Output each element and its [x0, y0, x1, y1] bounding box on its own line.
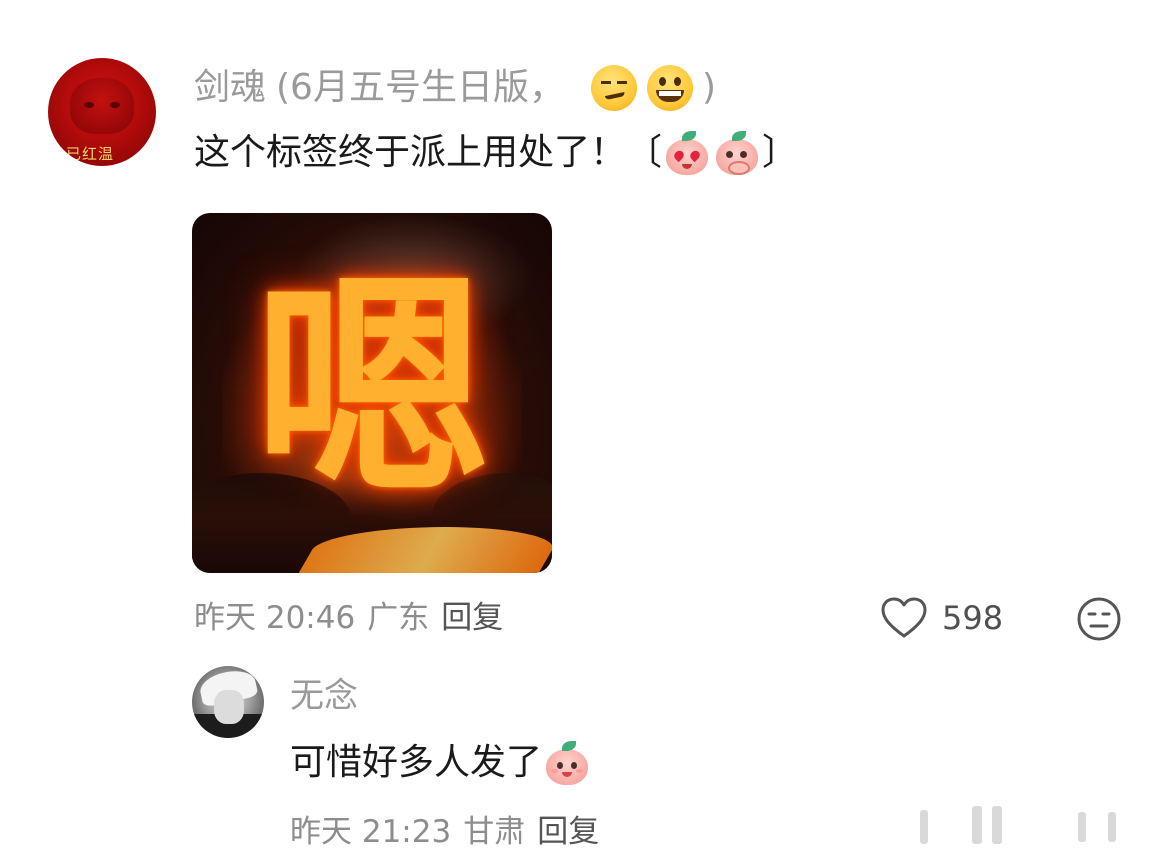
comment-meta: 昨天 20:46 广东 回复	[194, 592, 515, 636]
reply-meta: 昨天 21:23 甘肃 回复	[290, 806, 611, 850]
commenter-name-row[interactable]: 剑魂 (6月五号生日版， )	[194, 64, 716, 112]
reply-reply-button[interactable]: 回复	[537, 806, 599, 851]
peach-shy-icon	[714, 131, 760, 175]
avatar-art	[214, 690, 244, 724]
replier-avatar[interactable]	[192, 666, 264, 738]
avatar-art	[70, 78, 134, 134]
comment-body: 这个标签终于派上用处了！ 〔 〕	[194, 128, 798, 178]
comment-time: 昨天 20:46	[194, 599, 356, 636]
commenter-avatar[interactable]: 已红温	[48, 58, 156, 166]
like-button[interactable]: 598	[880, 594, 1003, 642]
comment-image[interactable]: 嗯	[192, 213, 552, 573]
comment-location: 广东	[367, 599, 430, 636]
reply-time: 昨天 21:23	[290, 813, 452, 850]
peach-smile-icon	[544, 741, 590, 785]
reply-body: 可惜好多人发了	[290, 738, 592, 788]
replier-name[interactable]: 无念	[290, 672, 358, 720]
avatar-caption: 已红温	[66, 145, 115, 163]
neutral-face-icon[interactable]	[1076, 596, 1122, 642]
reply-location: 甘肃	[463, 813, 526, 850]
emoji-bracket-open: 〔	[626, 132, 663, 173]
heart-outline-icon[interactable]	[880, 596, 928, 640]
avatar-eye	[84, 102, 94, 108]
commenter-name[interactable]: 剑魂	[194, 64, 266, 112]
commenter-name-close: )	[701, 67, 717, 108]
emoji-bracket-close: 〕	[762, 132, 799, 173]
grin-emoji-icon	[646, 65, 693, 111]
like-count: 598	[942, 599, 1004, 637]
peach-heart-eyes-icon	[664, 131, 710, 175]
lava-character: 嗯	[253, 252, 490, 527]
comment-text: 这个标签终于派上用处了！	[194, 132, 627, 173]
avatar-eye	[110, 102, 120, 108]
reply-button[interactable]: 回复	[441, 592, 503, 637]
commenter-name-suffix: (6月五号生日版，	[276, 67, 565, 108]
smirk-emoji-icon	[590, 65, 637, 111]
reply-text: 可惜好多人发了	[290, 742, 543, 783]
